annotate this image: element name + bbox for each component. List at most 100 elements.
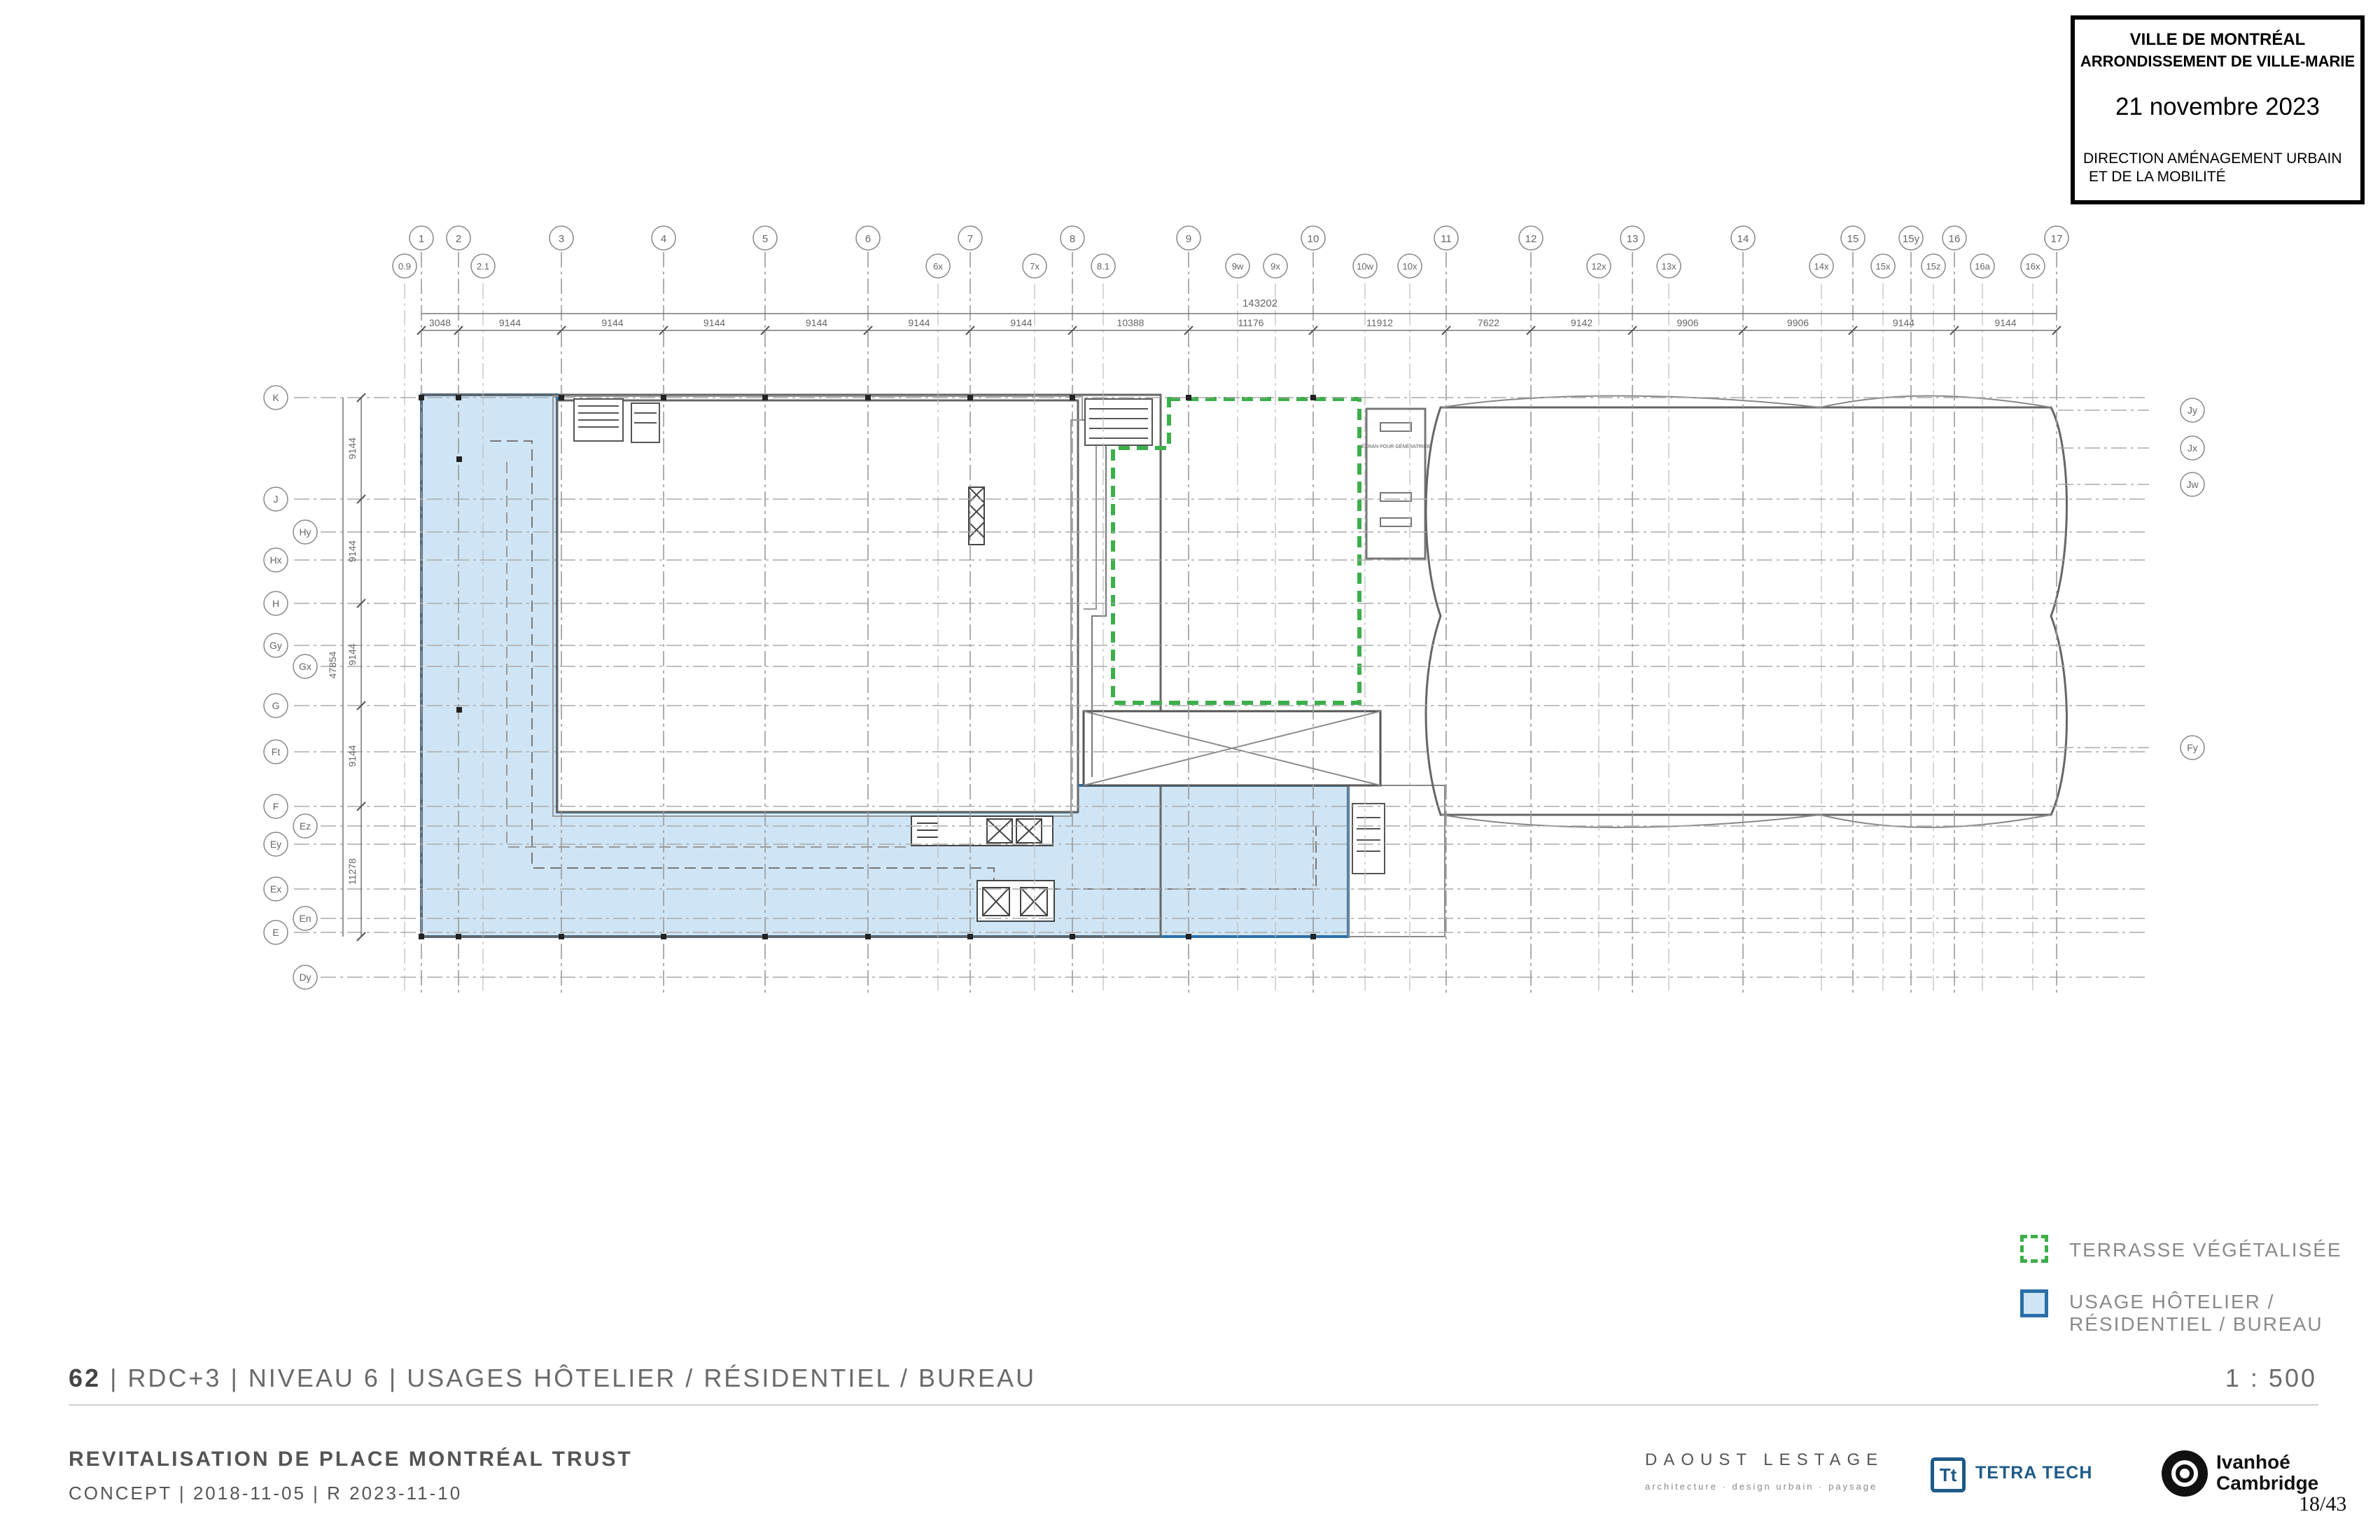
grid-bubble-label: H (272, 598, 279, 609)
drawing-scale: 1 : 500 (2225, 1364, 2317, 1392)
ivanhoe-cambridge-name: Ivanhoé Cambridge (2216, 1452, 2318, 1494)
firm-tagline: architecture · design urbain · paysage (1645, 1481, 1878, 1492)
elevator-core (968, 486, 985, 545)
grid-bubble-label: F (273, 801, 279, 812)
structural-column (456, 934, 461, 939)
sheet-title: 62 | RDC+3 | NIVEAU 6 | USAGES HÔTELIER … (69, 1364, 1036, 1393)
grid-bubble-label: 17 (2051, 233, 2063, 245)
tetra-tech-logo: Tt (1931, 1457, 1966, 1492)
elevator-bank-lobby (976, 880, 1055, 922)
grid-bubble-label: 7x (1030, 261, 1040, 272)
tetra-tech-name: TETRA TECH (1975, 1463, 2093, 1483)
east-building-outline (1424, 406, 2068, 816)
grid-bubble-label: 9x (1270, 261, 1280, 272)
legend-terrace-label: TERRASSE VÉGÉTALISÉE (2069, 1239, 2342, 1261)
structural-column (967, 934, 973, 939)
structural-column (762, 934, 768, 939)
grid-bubble-label: 8.1 (1097, 261, 1110, 272)
grid-bubble-label: 15z (1926, 261, 1941, 272)
dimension-value: 9144 (346, 745, 358, 766)
grid-bubble-label: 13x (1662, 261, 1676, 272)
dimension-value: 11176 (1238, 317, 1264, 328)
dimension-value: 10388 (1117, 317, 1144, 328)
east-building-outline-inner (1441, 395, 2052, 828)
firm-logo-text: DAOUST LESTAGE (1645, 1450, 1884, 1469)
generator-screen-label: ÉCRAN POUR GÉNÉRATRICE (1362, 443, 1431, 449)
grid-bubble-label: 9 (1186, 233, 1191, 245)
grid-bubble-label: 10w (1357, 261, 1373, 272)
grid-bubble-label: 4 (661, 233, 666, 245)
dimension-value: 9144 (1994, 317, 2016, 328)
legend-terrace-swatch (2020, 1235, 2048, 1263)
grid-bubble-label: Jw (2186, 479, 2199, 490)
grid-bubble-label: J (274, 493, 279, 505)
structural-column (762, 395, 768, 400)
courtyard-void (556, 399, 1079, 813)
structural-column (559, 395, 564, 400)
grid-bubble-label: Gx (299, 661, 312, 672)
structural-column (419, 395, 424, 400)
dimension-value: 9144 (601, 317, 623, 328)
ivanhoe-cambridge-name-line2: Cambridge (2216, 1472, 2319, 1494)
stair-core-south (1352, 803, 1385, 874)
grid-bubble-label: 16x (2026, 261, 2040, 272)
structural-column (1070, 934, 1075, 939)
grid-bubble-label: 3 (559, 233, 564, 245)
grid-bubble-label: 5 (762, 233, 768, 245)
grid-bubble-label: Ex (270, 883, 281, 895)
grid-bubble-label: 6x (933, 261, 943, 272)
legend-usage-label-1: USAGE HÔTELIER / (2069, 1291, 2275, 1312)
dimension-value: 3048 (429, 317, 451, 328)
grid-bubble-label: 1 (419, 233, 424, 245)
grid-bubble-label: Jy (2188, 405, 2197, 416)
dimension-total: 143202 (1242, 298, 1278, 309)
dimension-value: 11278 (346, 858, 358, 885)
grid-bubble-label: 14x (1814, 261, 1829, 272)
structural-column (1186, 395, 1191, 400)
grid-bubble-label: 2.1 (477, 261, 489, 272)
grid-bubble-label: E (272, 927, 279, 938)
page-number: 18/43 (2299, 1492, 2347, 1516)
structural-column (1186, 934, 1191, 939)
dimension-value: 7622 (1478, 317, 1499, 328)
dimension-value: 9144 (346, 438, 358, 459)
grid-bubble-label: 15y (1903, 233, 1920, 245)
grid-bubble-label: G (272, 700, 280, 711)
grid-bubble-label: K (272, 392, 279, 403)
dimension-value: 9144 (806, 317, 827, 328)
dimension-value: 9906 (1676, 317, 1698, 328)
structural-column (865, 395, 871, 400)
grid-bubble-label: 12x (1592, 261, 1606, 272)
grid-bubble-label: 10x (1403, 261, 1418, 272)
grid-bubble-label: Ez (300, 820, 311, 832)
grid-bubble-label: 15x (1876, 261, 1891, 272)
ivanhoe-cambridge-logo (2162, 1450, 2208, 1497)
dimension-value: 9144 (346, 643, 358, 665)
grid-bubble-label: 7 (967, 233, 973, 245)
elevator-bank-south (911, 816, 1054, 846)
dimension-value: 9144 (1010, 317, 1032, 328)
ivanhoe-cambridge-name-line1: Ivanhoé (2216, 1451, 2290, 1473)
grid-bubble-label: Hx (270, 554, 281, 566)
grid-bubble-label: 16 (1949, 233, 1961, 245)
structural-column (1070, 395, 1075, 400)
grid-bubble-label: Ft (272, 746, 281, 757)
dimension-value: 9144 (499, 317, 521, 328)
grid-bubble-label: 11 (1441, 233, 1452, 245)
grid-bubble-label: 10 (1308, 233, 1320, 245)
dimension-total-vertical: 47854 (327, 651, 338, 678)
grid-bubble-label: Fy (2187, 742, 2198, 753)
grid-bubble-label: 6 (865, 233, 871, 245)
grid-bubble-label: 0.9 (398, 261, 411, 272)
structural-column (456, 707, 462, 713)
sheet-title-text: | RDC+3 | NIVEAU 6 | USAGES HÔTELIER / R… (110, 1364, 1037, 1392)
structural-column (1310, 934, 1316, 939)
grid-bubble-label: Jx (2188, 442, 2197, 454)
footer-divider (69, 1404, 2318, 1406)
legend-usage-swatch (2020, 1289, 2048, 1317)
dimension-value: 9906 (1787, 317, 1809, 328)
grid-bubble-label: Dy (299, 972, 311, 983)
grid-bubble-label: 13 (1627, 233, 1639, 245)
grid-bubble-label: 14 (1737, 233, 1749, 245)
project-phase: CONCEPT | 2018-11-05 | R 2023-11-10 (69, 1483, 463, 1504)
